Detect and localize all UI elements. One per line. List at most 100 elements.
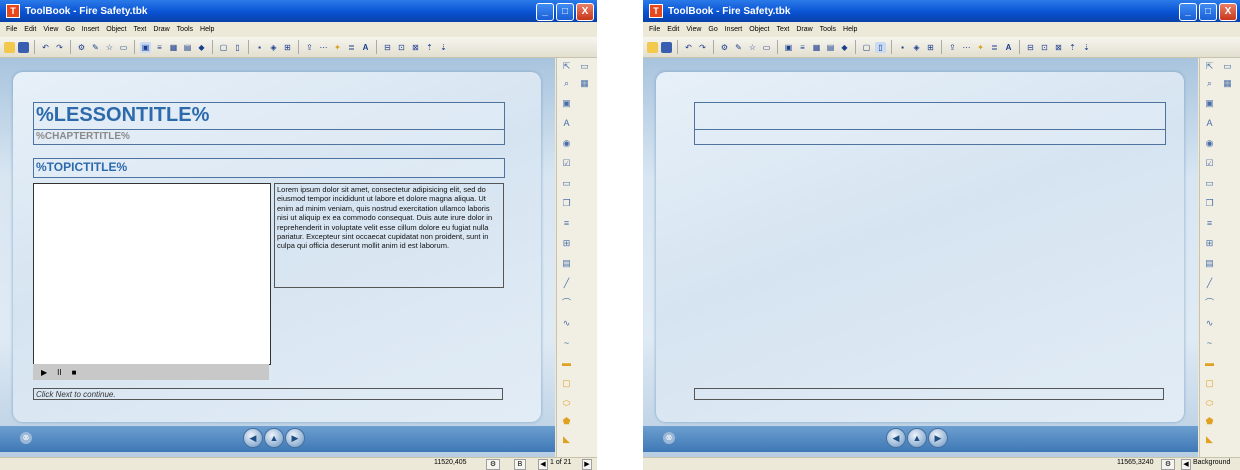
minimize-button[interactable]: _	[1179, 3, 1197, 21]
draw-icon[interactable]: ⋯	[318, 42, 329, 53]
pause-icon[interactable]: II	[57, 368, 61, 377]
next-page-button[interactable]: ▶	[285, 428, 305, 448]
ellipse-tool-icon[interactable]: ⬭	[1204, 398, 1215, 409]
close-button[interactable]: X	[576, 3, 594, 21]
catalog-icon[interactable]: ▭	[761, 42, 772, 53]
previous-page-status-icon[interactable]: ◀	[1181, 459, 1191, 470]
undo-icon[interactable]: ↶	[40, 42, 51, 53]
properties-icon[interactable]: ▪	[897, 42, 908, 53]
field-tool-icon[interactable]: ▭	[579, 61, 590, 72]
irregular-polygon-tool-icon[interactable]: ◣	[1204, 434, 1215, 445]
menu-file[interactable]: File	[649, 26, 660, 33]
menu-text[interactable]: Text	[776, 26, 789, 33]
page-icon[interactable]: ▢	[861, 42, 872, 53]
exit-button[interactable]: ⊗	[663, 432, 675, 444]
font-icon[interactable]: A	[1003, 42, 1014, 53]
line-tool-icon[interactable]: ╱	[561, 278, 572, 289]
redo-icon[interactable]: ↷	[697, 42, 708, 53]
checkbox-tool-icon[interactable]: ☑	[561, 158, 572, 169]
menu-text[interactable]: Text	[133, 26, 146, 33]
zoom-tool-icon[interactable]: ⌕	[561, 78, 572, 89]
curve-tool-icon[interactable]: ∿	[1204, 318, 1215, 329]
next-page-status-icon[interactable]: ▶	[582, 459, 592, 470]
draw-icon[interactable]: ⋯	[961, 42, 972, 53]
publish-icon[interactable]: ⇪	[304, 42, 315, 53]
arc-tool-icon[interactable]: ⌒	[561, 298, 572, 309]
menu-insert[interactable]: Insert	[82, 26, 100, 33]
page-view-icon[interactable]: ▣	[783, 42, 794, 53]
redo-icon[interactable]: ↷	[54, 42, 65, 53]
button-tool-icon[interactable]: ▣	[561, 98, 572, 109]
menu-draw[interactable]: Draw	[796, 26, 812, 33]
previous-page-button[interactable]: ◀	[886, 428, 906, 448]
settings-status-icon[interactable]: ⚙	[486, 459, 500, 470]
grid-tool-icon[interactable]: ▤	[1204, 258, 1215, 269]
instruction-placeholder[interactable]	[694, 388, 1164, 400]
combo-tool-icon[interactable]: ⊞	[561, 238, 572, 249]
combo-tool-icon[interactable]: ⊞	[1204, 238, 1215, 249]
stop-icon[interactable]: ■	[72, 368, 77, 377]
lesson-title-field[interactable]: %LESSONTITLE%	[33, 102, 505, 130]
select-tool-icon[interactable]: ⇱	[1204, 61, 1215, 72]
play-icon[interactable]: ▶	[41, 368, 47, 377]
fill-icon[interactable]: ≣	[346, 42, 357, 53]
text-field-icon[interactable]: ≡	[797, 42, 808, 53]
home-button[interactable]: ▲	[264, 428, 284, 448]
menu-edit[interactable]: Edit	[667, 26, 679, 33]
script-icon[interactable]: ⊞	[282, 42, 293, 53]
menu-go[interactable]: Go	[65, 26, 74, 33]
grid-tool-icon[interactable]: ▤	[561, 258, 572, 269]
reader-mode-icon[interactable]: ⚙	[719, 42, 730, 53]
star-icon[interactable]: ☆	[104, 42, 115, 53]
page-icon[interactable]: ▢	[218, 42, 229, 53]
menu-insert[interactable]: Insert	[725, 26, 743, 33]
author-mode-icon[interactable]: ✎	[733, 42, 744, 53]
group-icon[interactable]: ⊡	[396, 42, 407, 53]
shape-icon[interactable]: ◆	[196, 42, 207, 53]
minimize-button[interactable]: _	[536, 3, 554, 21]
fill-icon[interactable]: ≣	[989, 42, 1000, 53]
image-icon[interactable]: ▦	[811, 42, 822, 53]
menu-object[interactable]: Object	[749, 26, 769, 33]
align-icon[interactable]: ⊟	[382, 42, 393, 53]
menu-help[interactable]: Help	[200, 26, 214, 33]
bring-front-icon[interactable]: ⇡	[1067, 42, 1078, 53]
media-icon[interactable]: ▤	[182, 42, 193, 53]
open-icon[interactable]	[4, 41, 15, 53]
list-tool-icon[interactable]: ≡	[1204, 218, 1215, 229]
picture-tool-icon[interactable]: ▦	[579, 78, 590, 89]
shape-icon[interactable]: ◆	[839, 42, 850, 53]
media-icon[interactable]: ▤	[825, 42, 836, 53]
ungroup-icon[interactable]: ⊠	[410, 42, 421, 53]
publish-icon[interactable]: ⇪	[947, 42, 958, 53]
menu-edit[interactable]: Edit	[24, 26, 36, 33]
page-mode-status-icon[interactable]: B	[514, 459, 526, 470]
font-icon[interactable]: A	[360, 42, 371, 53]
maximize-button[interactable]: □	[1199, 3, 1217, 21]
radio-tool-icon[interactable]: ◉	[1204, 138, 1215, 149]
close-button[interactable]: X	[1219, 3, 1237, 21]
title-bar[interactable]: T ToolBook - Fire Safety.tbk _ □ X	[0, 0, 597, 22]
save-icon[interactable]	[661, 41, 672, 53]
actions-icon[interactable]: ◈	[911, 42, 922, 53]
media-player-area[interactable]	[33, 183, 271, 365]
author-mode-icon[interactable]: ✎	[90, 42, 101, 53]
text-field-icon[interactable]: ≡	[154, 42, 165, 53]
rounded-rect-tool-icon[interactable]: ▢	[561, 378, 572, 389]
menu-view[interactable]: View	[686, 26, 701, 33]
topic-title-field[interactable]: %TOPICTITLE%	[33, 158, 505, 178]
group-icon[interactable]: ⊡	[1039, 42, 1050, 53]
rect-shape-tool-icon[interactable]: ▬	[1204, 358, 1215, 369]
text-tool-icon[interactable]: A	[1204, 118, 1215, 129]
title-bar[interactable]: T ToolBook - Fire Safety.tbk _ □ X	[643, 0, 1240, 22]
body-text-field[interactable]: Lorem ipsum dolor sit amet, consectetur …	[274, 183, 504, 288]
settings-status-icon[interactable]: ⚙	[1161, 459, 1175, 470]
rectangle-tool-icon[interactable]: ▭	[1204, 178, 1215, 189]
rectangle-tool-icon[interactable]: ▭	[561, 178, 572, 189]
previous-page-status-icon[interactable]: ◀	[538, 459, 548, 470]
group-tool-icon[interactable]: ❐	[1204, 198, 1215, 209]
polygon-tool-icon[interactable]: ⬟	[561, 416, 572, 427]
undo-icon[interactable]: ↶	[683, 42, 694, 53]
select-tool-icon[interactable]: ⇱	[561, 61, 572, 72]
script-icon[interactable]: ⊞	[925, 42, 936, 53]
